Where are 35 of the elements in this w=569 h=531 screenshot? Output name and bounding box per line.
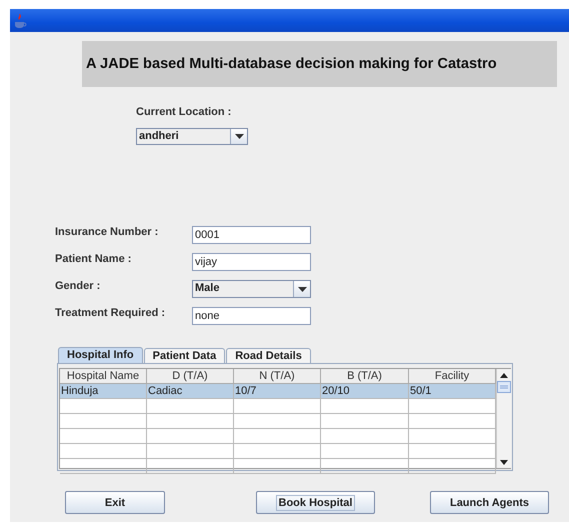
table-cell: Hinduja xyxy=(60,384,147,399)
banner-title: A JADE based Multi-database decision making for Catastro xyxy=(85,56,497,72)
scroll-up-icon[interactable] xyxy=(500,373,508,378)
table-cell: 10/7 xyxy=(234,384,321,399)
field-label: Insurance Number : xyxy=(55,226,160,238)
table-cell: Cadiac xyxy=(147,384,234,399)
scroll-down-icon[interactable] xyxy=(500,460,508,465)
field-label: Treatment Required : xyxy=(55,307,166,319)
field-label: Gender : xyxy=(55,280,102,292)
location-dropdown[interactable]: andheri xyxy=(136,128,248,145)
input-field[interactable]: vijay xyxy=(192,253,311,271)
scroll-thumb[interactable] xyxy=(497,381,511,393)
table-row[interactable]: Hinduja Cadiac 10/7 20/10 50/1 xyxy=(60,384,496,399)
scroll-bar[interactable] xyxy=(496,369,511,468)
location-label: Current Location : xyxy=(136,106,232,118)
coffee-cup-icon xyxy=(13,12,27,28)
table-cell: 50/1 xyxy=(409,384,496,399)
caret-icon xyxy=(298,286,306,292)
tab[interactable]: Hospital Info xyxy=(58,347,143,363)
table-cell: 20/10 xyxy=(321,384,409,399)
tab[interactable]: Road Details xyxy=(226,348,311,363)
dropdown-field[interactable]: Male xyxy=(192,280,311,298)
input-field[interactable]: 0001 xyxy=(192,226,311,244)
field-label: Patient Name : xyxy=(55,253,132,265)
push-button[interactable]: Launch Agents xyxy=(430,491,549,514)
input-field[interactable]: none xyxy=(192,307,311,325)
column-header[interactable]: N (T/A) xyxy=(234,369,321,384)
push-button[interactable]: Book Hospital xyxy=(256,491,375,514)
column-header[interactable]: B (T/A) xyxy=(321,369,409,384)
column-header[interactable]: Hospital Name xyxy=(60,369,147,384)
caret-icon xyxy=(234,134,244,139)
tab[interactable]: Patient Data xyxy=(144,348,226,363)
push-button[interactable]: Exit xyxy=(65,491,165,514)
column-header[interactable]: Facility xyxy=(409,369,496,384)
column-header[interactable]: D (T/A) xyxy=(147,369,234,384)
